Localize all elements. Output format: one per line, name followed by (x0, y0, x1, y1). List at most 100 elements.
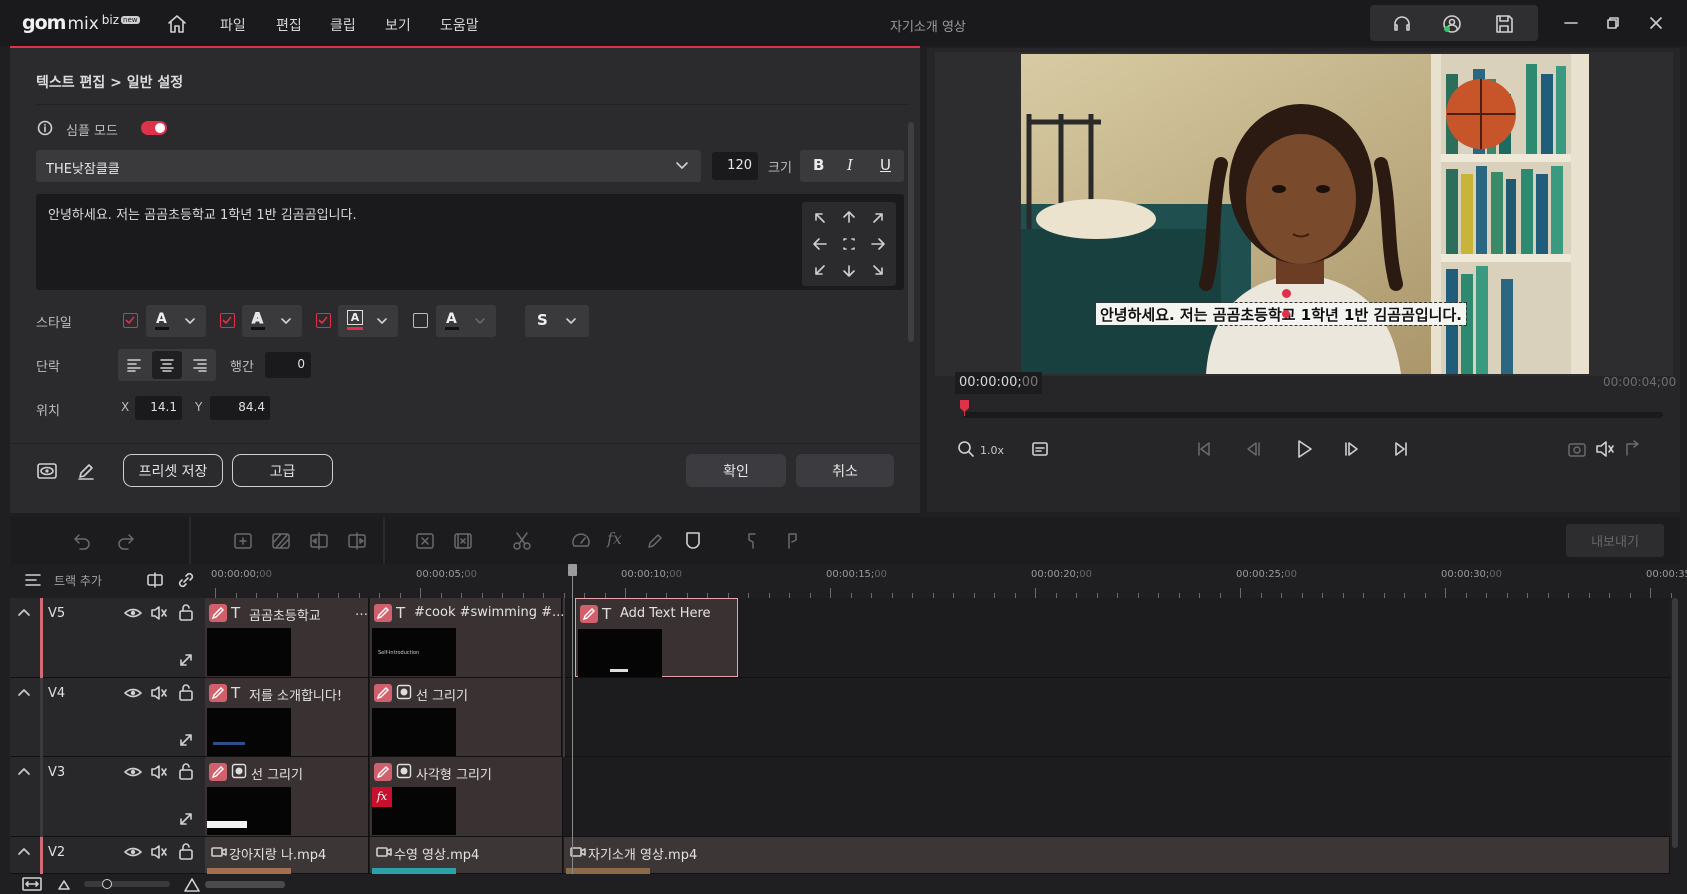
lock-icon[interactable] (178, 762, 194, 780)
align-bottom-right-icon[interactable] (873, 265, 883, 275)
edit-icon[interactable] (209, 684, 227, 702)
clip-shape[interactable]: 사각형 그리기 fx (370, 757, 563, 836)
menu-view[interactable]: 보기 (385, 15, 411, 35)
shadow-color-select[interactable]: A (436, 305, 496, 337)
export-button[interactable]: 내보내기 (1566, 524, 1664, 557)
align-bottom-icon[interactable] (843, 265, 855, 277)
clip-shape[interactable]: 선 그리기 (205, 757, 369, 836)
play-icon[interactable] (1292, 437, 1316, 461)
underline-button[interactable]: U (880, 156, 891, 174)
resize-icon[interactable] (178, 811, 194, 827)
clip-text-selected[interactable]: T Add Text Here (575, 598, 738, 677)
collapse-icon[interactable] (16, 686, 32, 698)
background-checkbox[interactable] (316, 313, 331, 328)
clip-shape[interactable]: 선 그리기 (370, 678, 562, 756)
mute-icon[interactable] (150, 605, 168, 621)
split-right-icon[interactable] (347, 531, 367, 551)
effects-icon[interactable]: fx (607, 529, 622, 548)
restore-icon[interactable] (1605, 15, 1621, 31)
cut-icon[interactable] (512, 531, 532, 551)
zoom-in-icon[interactable] (183, 875, 201, 893)
link-icon[interactable] (176, 570, 196, 590)
lock-icon[interactable] (178, 683, 194, 701)
delete-gap-icon[interactable] (453, 531, 473, 551)
zoom-out-icon[interactable] (57, 877, 71, 891)
pencil-icon[interactable] (76, 461, 96, 481)
volume-icon[interactable] (1595, 440, 1615, 458)
clip-text[interactable]: T 곰곰초등학교 … (205, 598, 369, 677)
align-text-center-icon[interactable] (159, 358, 175, 372)
preview-seek-bar[interactable] (963, 412, 1663, 418)
zoom-slider-handle[interactable] (102, 879, 112, 889)
headset-icon[interactable] (1391, 13, 1413, 35)
shield-icon[interactable] (683, 530, 703, 550)
resize-icon[interactable] (178, 732, 194, 748)
shadow-checkbox[interactable] (413, 313, 428, 328)
panel-scrollbar[interactable] (908, 122, 914, 342)
visibility-icon[interactable] (124, 605, 142, 621)
clip-text[interactable]: T 저를 소개합니다! (205, 678, 369, 756)
info-icon[interactable] (37, 120, 53, 136)
collapse-icon[interactable] (16, 845, 32, 857)
font-select[interactable]: THE낮잠클클 (36, 150, 701, 182)
playhead-line[interactable] (572, 564, 573, 874)
seek-handle[interactable] (960, 400, 969, 416)
split-left-icon[interactable] (309, 531, 329, 551)
font-size-input[interactable]: 120 (712, 152, 758, 180)
collapse-icon[interactable] (16, 765, 32, 777)
align-top-left-icon[interactable] (815, 213, 825, 223)
edit-icon[interactable] (580, 605, 598, 623)
cancel-button[interactable]: 취소 (796, 454, 894, 487)
outline-color-select[interactable]: A (242, 305, 302, 337)
popout-icon[interactable] (1624, 439, 1642, 457)
menu-help[interactable]: 도움말 (440, 15, 479, 35)
italic-button[interactable]: I (847, 156, 853, 174)
marker-right-icon[interactable] (783, 531, 803, 551)
align-right-icon[interactable] (871, 238, 885, 250)
clip-video[interactable]: 강아지랑 나.mp4 (205, 837, 369, 874)
clip-video[interactable]: 수영 영상.mp4 (370, 837, 563, 874)
confirm-button[interactable]: 확인 (686, 454, 786, 487)
edit-pencil-icon[interactable] (645, 531, 665, 551)
bold-button[interactable]: B (813, 156, 824, 174)
y-input[interactable]: 84.4 (210, 396, 270, 420)
resize-icon[interactable] (178, 652, 194, 668)
shadow-style-select[interactable]: S (525, 305, 589, 337)
visibility-icon[interactable] (124, 844, 142, 860)
advanced-button[interactable]: 고급 (232, 454, 333, 487)
add-track-icon[interactable] (24, 571, 42, 589)
skip-to-start-icon[interactable] (1194, 439, 1214, 459)
mute-icon[interactable] (150, 764, 168, 780)
text-color-checkbox[interactable] (123, 313, 138, 328)
x-input[interactable]: 14.1 (135, 396, 182, 420)
timeline-scrollbar[interactable] (1672, 598, 1678, 848)
undo-icon[interactable] (72, 531, 92, 551)
add-clip-icon[interactable] (233, 531, 253, 551)
add-track-label[interactable]: 트랙 추가 (54, 572, 102, 589)
edit-icon[interactable] (374, 604, 392, 622)
edit-icon[interactable] (209, 763, 227, 781)
visibility-icon[interactable] (124, 685, 142, 701)
snapshot-icon[interactable] (1568, 441, 1586, 457)
preview-eye-icon[interactable] (36, 461, 58, 481)
text-color-select[interactable]: A (146, 305, 206, 337)
timeline-zoom-slider[interactable] (84, 881, 170, 887)
simple-mode-toggle[interactable] (141, 121, 167, 135)
previous-frame-icon[interactable] (1244, 439, 1264, 459)
timeline-horizontal-scrollbar[interactable] (205, 881, 285, 888)
menu-file[interactable]: 파일 (220, 15, 246, 35)
zoom-level[interactable]: 1.0x (980, 444, 1004, 457)
lock-icon[interactable] (178, 603, 194, 621)
menu-clip[interactable]: 클립 (330, 15, 356, 35)
align-bottom-left-icon[interactable] (815, 265, 825, 275)
align-top-icon[interactable] (843, 211, 855, 223)
save-icon[interactable] (1493, 13, 1515, 35)
outline-checkbox[interactable] (220, 313, 235, 328)
playhead-handle[interactable] (568, 564, 577, 576)
hatch-icon[interactable] (271, 531, 291, 551)
subtitle-overlay[interactable]: 안녕하세요. 저는 곰곰초등학교 1학년 1반 김곰곰입니다. (1095, 302, 1467, 326)
align-left-icon[interactable] (813, 238, 827, 250)
edit-icon[interactable] (374, 684, 392, 702)
subtitle-settings-icon[interactable] (1031, 440, 1049, 458)
visibility-icon[interactable] (124, 764, 142, 780)
